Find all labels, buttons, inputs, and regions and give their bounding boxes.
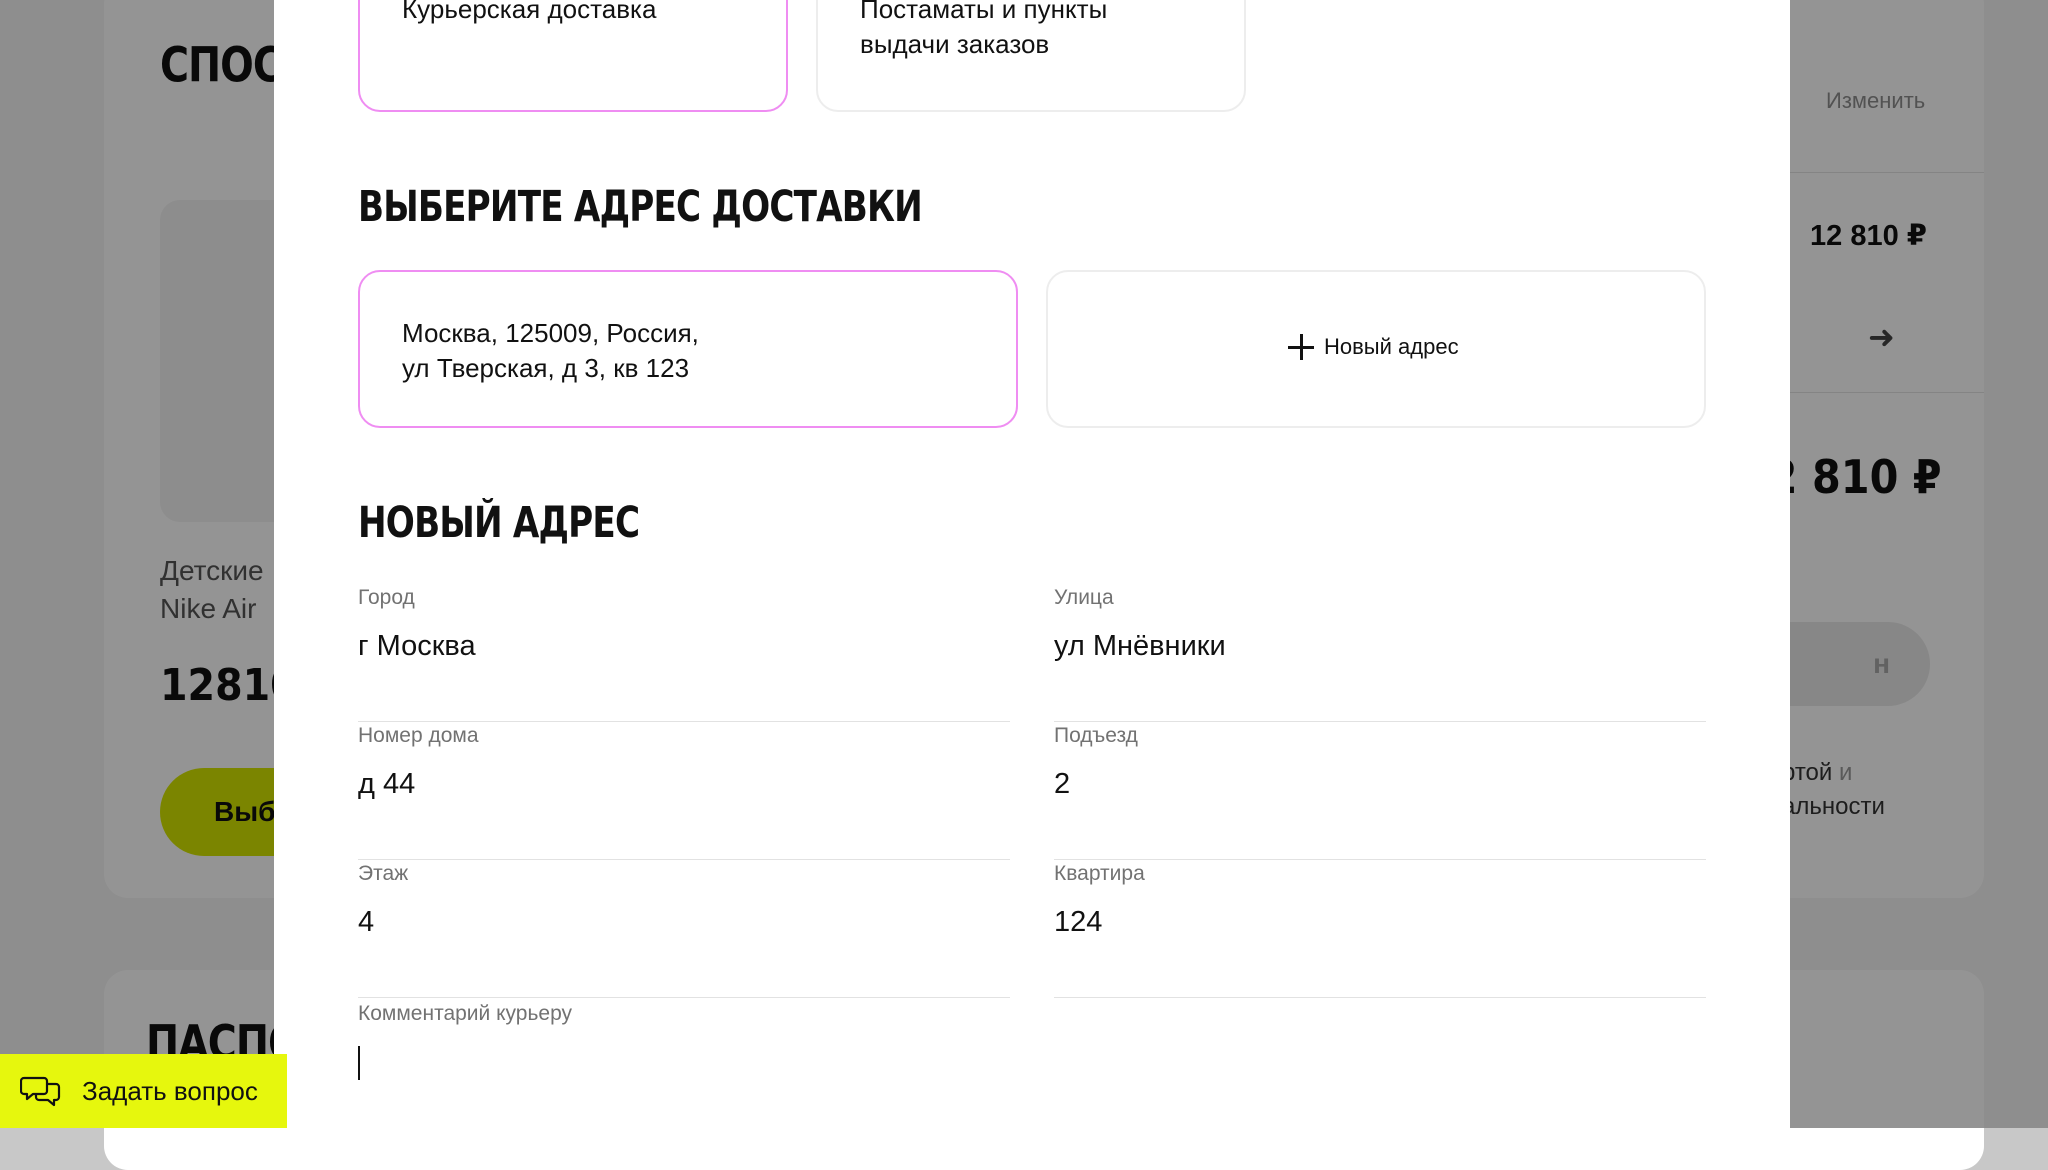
field-underline <box>358 997 1010 998</box>
street-label: Улица <box>1054 586 1114 609</box>
delivery-option-pickup[interactable]: Постаматы и пункты выдачи заказов <box>816 0 1246 112</box>
floor-field[interactable]: Этаж 4 <box>358 860 1010 998</box>
plus-icon <box>1288 334 1314 360</box>
field-underline <box>1054 997 1706 998</box>
text-caret <box>358 1046 360 1081</box>
apartment-field[interactable]: Квартира 124 <box>1054 860 1706 998</box>
ask-question-label: Задать вопрос <box>82 1075 258 1106</box>
comment-input[interactable] <box>358 1042 1706 1082</box>
floor-label: Этаж <box>358 862 409 885</box>
floor-input[interactable]: 4 <box>358 902 1010 942</box>
entrance-input[interactable]: 2 <box>1054 764 1706 804</box>
entrance-label: Подъезд <box>1054 724 1138 747</box>
comment-field[interactable]: Комментарий курьеру <box>358 1000 1706 1082</box>
new-address-content: Новый адрес <box>1288 334 1459 360</box>
city-label: Город <box>358 586 415 609</box>
ask-question-button[interactable]: Задать вопрос <box>0 1054 287 1128</box>
house-input[interactable]: д 44 <box>358 764 1010 804</box>
saved-address-text: Москва, 125009, Россия, ул Тверская, д 3… <box>402 318 699 383</box>
city-input[interactable]: г Москва <box>358 626 1010 666</box>
chat-bubbles-icon <box>20 1076 61 1107</box>
apartment-input[interactable]: 124 <box>1054 902 1706 942</box>
saved-address-card[interactable]: Москва, 125009, Россия, ул Тверская, д 3… <box>358 270 1018 428</box>
new-address-title: НОВЫЙ АДРЕС <box>358 498 640 548</box>
street-input[interactable]: ул Мнёвники <box>1054 626 1706 666</box>
comment-label: Комментарий курьеру <box>358 1002 573 1025</box>
house-label: Номер дома <box>358 724 479 747</box>
delivery-option-courier[interactable]: Курьерская доставка <box>358 0 788 112</box>
street-field[interactable]: Улица ул Мнёвники <box>1054 584 1706 722</box>
delivery-option-label: Постаматы и пункты выдачи заказов <box>860 0 1108 59</box>
city-field[interactable]: Город г Москва <box>358 584 1010 722</box>
entrance-field[interactable]: Подъезд 2 <box>1054 722 1706 860</box>
new-address-label: Новый адрес <box>1324 334 1459 359</box>
delivery-option-label: Курьерская доставка <box>402 0 657 24</box>
house-field[interactable]: Номер дома д 44 <box>358 722 1010 860</box>
delivery-modal: Курьерская доставка Постаматы и пункты в… <box>274 0 1790 1128</box>
apartment-label: Квартира <box>1054 862 1145 885</box>
new-address-button[interactable]: Новый адрес <box>1046 270 1706 428</box>
address-section-title: ВЫБЕРИТЕ АДРЕС ДОСТАВКИ <box>358 182 923 232</box>
